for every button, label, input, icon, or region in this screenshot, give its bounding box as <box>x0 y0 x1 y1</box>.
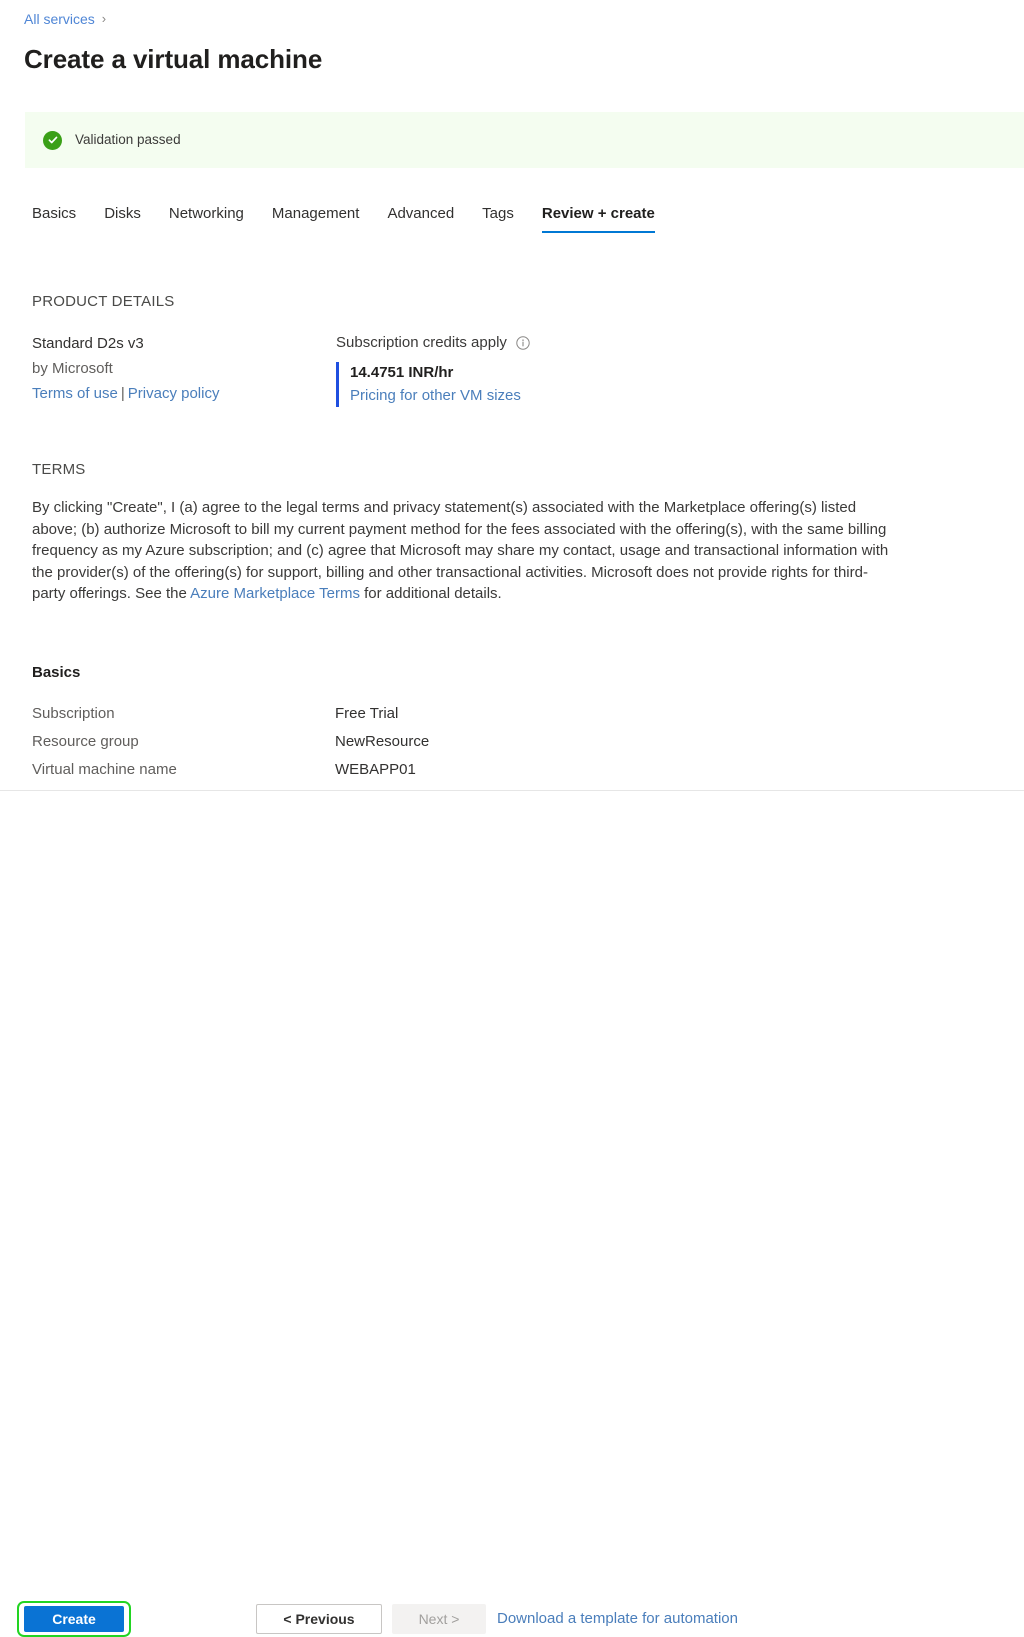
tab-management[interactable]: Management <box>258 204 374 233</box>
table-row: Virtual machine name WEBAPP01 <box>32 756 672 784</box>
basics-summary-table: Subscription Free Trial Resource group N… <box>32 700 672 784</box>
pricing-other-vm-sizes-link[interactable]: Pricing for other VM sizes <box>350 384 521 407</box>
link-separator: | <box>120 385 125 402</box>
privacy-policy-link[interactable]: Privacy policy <box>128 385 220 402</box>
subscription-credits-label: Subscription credits apply <box>336 334 507 351</box>
basics-heading: Basics <box>32 664 81 681</box>
basics-value-vm-name: WEBAPP01 <box>335 761 416 778</box>
previous-button[interactable]: < Previous <box>256 1604 382 1634</box>
price-block: 14.4751 INR/hr Pricing for other VM size… <box>336 362 530 407</box>
breadcrumb-all-services-link[interactable]: All services <box>24 10 95 28</box>
page-title: Create a virtual machine <box>24 44 323 74</box>
tab-networking[interactable]: Networking <box>155 204 258 233</box>
price-value: 14.4751 INR/hr <box>350 364 454 381</box>
azure-marketplace-terms-link[interactable]: Azure Marketplace Terms <box>190 585 360 602</box>
info-circle-icon[interactable] <box>516 336 530 350</box>
subscription-credits-row: Subscription credits apply <box>336 333 530 353</box>
table-row: Subscription Free Trial <box>32 700 672 728</box>
terms-of-use-link[interactable]: Terms of use <box>32 385 118 402</box>
tab-advanced[interactable]: Advanced <box>373 204 468 233</box>
tab-review-create[interactable]: Review + create <box>528 204 669 233</box>
product-details-heading: PRODUCT DETAILS <box>32 293 175 310</box>
check-circle-icon <box>43 130 62 150</box>
tab-disks[interactable]: Disks <box>90 204 155 233</box>
tab-tags[interactable]: Tags <box>468 204 528 233</box>
download-template-link[interactable]: Download a template for automation <box>497 1609 738 1629</box>
chevron-right-icon: › <box>101 11 107 26</box>
table-row: Resource group NewResource <box>32 728 672 756</box>
footer-bar: Create < Previous Next > Download a temp… <box>0 791 1024 1637</box>
create-button[interactable]: Create <box>24 1606 124 1632</box>
product-details-left-column: Standard D2s v3 by Microsoft Terms of us… <box>32 331 219 406</box>
product-publisher: by Microsoft <box>32 360 113 377</box>
basics-label-subscription: Subscription <box>32 705 115 722</box>
wizard-tabs: Basics Disks Networking Management Advan… <box>32 204 669 233</box>
tab-basics[interactable]: Basics <box>32 204 90 233</box>
basics-label-vm-name: Virtual machine name <box>32 761 177 778</box>
terms-paragraph: By clicking "Create", I (a) agree to the… <box>32 497 898 605</box>
product-name: Standard D2s v3 <box>32 335 144 352</box>
validation-message: Validation passed <box>75 132 181 147</box>
product-legal-links: Terms of use | Privacy policy <box>32 381 219 406</box>
next-button: Next > <box>392 1604 486 1634</box>
breadcrumb: All services › <box>24 10 106 28</box>
terms-heading: TERMS <box>32 461 86 478</box>
product-pricing-column: Subscription credits apply 14.4751 INR/h… <box>336 333 530 407</box>
basics-value-resource-group: NewResource <box>335 733 430 750</box>
create-button-highlight: Create <box>17 1601 131 1637</box>
basics-value-subscription: Free Trial <box>335 705 399 722</box>
validation-banner: Validation passed <box>25 112 1024 168</box>
basics-label-resource-group: Resource group <box>32 733 139 750</box>
terms-text-after-link: for additional details. <box>359 585 502 602</box>
